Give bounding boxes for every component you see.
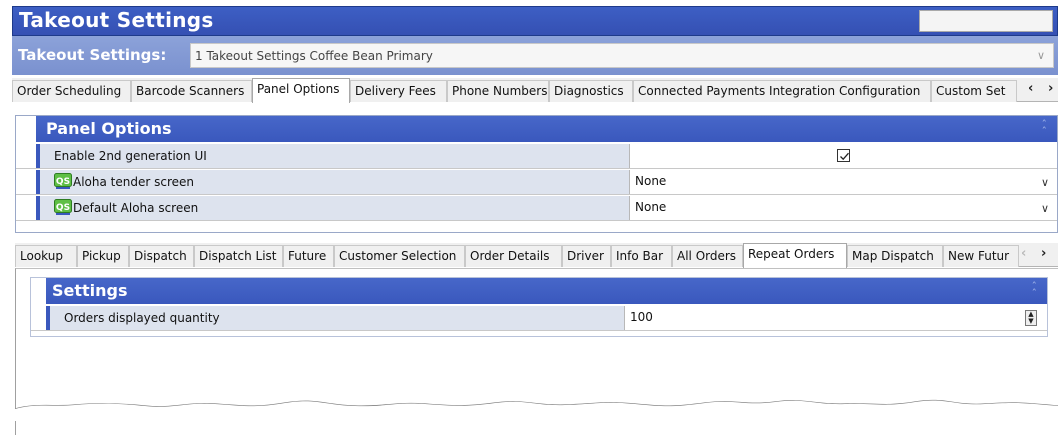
panel-options-heading: Panel Options <box>46 119 172 138</box>
tab-delivery-fees[interactable]: Delivery Fees <box>350 80 447 102</box>
tab-label: Dispatch <box>134 249 187 263</box>
takeout-settings-value: 1 Takeout Settings Coffee Bean Primary <box>195 49 433 63</box>
tab-label: Lookup <box>20 249 63 263</box>
settings-header: Settings ˆˆ <box>46 278 1047 304</box>
panel-options-group: Panel Options ˆˆ Enable 2nd generation U… <box>15 115 1058 233</box>
row-label-cell: Orders displayed quantity <box>46 306 625 330</box>
settings-heading: Settings <box>52 281 128 300</box>
tab-label: Map Dispatch <box>852 249 934 263</box>
tab-scroll-right-icon[interactable]: › <box>1048 81 1053 96</box>
spinner-arrows-icon[interactable]: ▲ ▼ <box>1025 310 1037 326</box>
tab-order-details[interactable]: Order Details <box>465 245 562 267</box>
tab-label: Delivery Fees <box>355 84 436 98</box>
sub-tab-strip: Lookup Pickup Dispatch Dispatch List Fut… <box>15 243 1058 268</box>
tab-label: Connected Payments Integration Configura… <box>638 84 921 98</box>
row-label: Default Aloha screen <box>73 201 199 215</box>
tab-content-area: Settings ˆˆ Orders displayed quantity 10… <box>15 268 1058 435</box>
enable-2nd-gen-checkbox[interactable] <box>837 149 850 162</box>
qs-badge-icon: QS <box>54 199 72 215</box>
tab-scroll-left-icon[interactable]: ‹ <box>1028 81 1033 96</box>
tab-label: Phone Numbers <box>452 84 548 98</box>
panel-options-header: Panel Options ˆˆ <box>36 116 1057 142</box>
qs-badge-icon: QS <box>54 173 72 189</box>
row-enable-2nd-gen-ui: Enable 2nd generation UI <box>16 144 1057 169</box>
tab-repeat-orders[interactable]: Repeat Orders <box>743 243 847 268</box>
main-tab-strip: Order Scheduling Barcode Scanners Panel … <box>12 78 1058 103</box>
double-chevron-up-icon[interactable]: ˆˆ <box>1032 281 1038 299</box>
settings-selector-bar: Takeout Settings: 1 Takeout Settings Cof… <box>12 36 1058 75</box>
checkmark-icon <box>840 152 849 161</box>
tab-label: Info Bar <box>616 249 664 263</box>
default-aloha-screen-dropdown[interactable]: None ∨ <box>631 196 1057 220</box>
tab-barcode-scanners[interactable]: Barcode Scanners <box>131 80 252 102</box>
row-label: Orders displayed quantity <box>64 311 220 325</box>
orders-quantity-spinner-field[interactable]: 100 ▲ ▼ <box>626 306 1047 330</box>
tab-label: Dispatch List <box>199 249 277 263</box>
dropdown-value: None <box>635 200 667 214</box>
tab-driver[interactable]: Driver <box>562 245 611 267</box>
tab-label: Panel Options <box>257 82 340 96</box>
tab-label: Repeat Orders <box>748 247 835 261</box>
takeout-settings-dropdown[interactable]: 1 Takeout Settings Coffee Bean Primary ∨ <box>190 43 1054 68</box>
torn-edge-decoration <box>15 399 1058 421</box>
chevron-down-icon: ∨ <box>1040 176 1049 189</box>
svg-text:QS: QS <box>56 177 70 187</box>
row-accent-stripe <box>36 196 40 220</box>
titlebar-search-box[interactable] <box>919 10 1053 32</box>
row-accent-stripe <box>36 170 40 194</box>
svg-text:QS: QS <box>56 203 70 213</box>
tab-order-scheduling[interactable]: Order Scheduling <box>12 80 131 102</box>
tab-panel-options[interactable]: Panel Options <box>252 78 350 103</box>
tab-label: Pickup <box>82 249 121 263</box>
tab-connected-payments[interactable]: Connected Payments Integration Configura… <box>633 80 931 102</box>
row-accent-stripe <box>36 144 40 168</box>
tab-label: All Orders <box>677 249 737 263</box>
tab-lookup[interactable]: Lookup <box>15 245 77 267</box>
chevron-down-icon: ∨ <box>1040 202 1049 215</box>
tab-label: Driver <box>567 249 604 263</box>
tab-scroll-right-icon[interactable]: › <box>1041 246 1046 261</box>
selector-label: Takeout Settings: <box>18 46 167 64</box>
tab-customer-selection[interactable]: Customer Selection <box>334 245 465 267</box>
window-titlebar: Takeout Settings <box>12 6 1058 36</box>
tab-label: Custom Set <box>936 84 1006 98</box>
tab-info-bar[interactable]: Info Bar <box>611 245 672 267</box>
tab-label: Barcode Scanners <box>136 84 245 98</box>
chevron-down-icon: ∨ <box>1036 49 1045 62</box>
dropdown-value: None <box>635 174 667 188</box>
tab-custom-set[interactable]: Custom Set <box>931 80 1017 102</box>
tab-label: Customer Selection <box>339 249 457 263</box>
tab-label: Order Scheduling <box>17 84 122 98</box>
tab-scroll-left-icon[interactable]: ‹ <box>1021 246 1026 261</box>
tab-dispatch-list[interactable]: Dispatch List <box>194 245 283 267</box>
tab-phone-numbers[interactable]: Phone Numbers <box>447 80 549 102</box>
tab-label: Diagnostics <box>554 84 624 98</box>
row-label: Aloha tender screen <box>73 175 194 189</box>
aloha-tender-screen-dropdown[interactable]: None ∨ <box>631 170 1057 194</box>
row-label-cell: QS Aloha tender screen <box>36 170 630 194</box>
tab-label: Future <box>288 249 327 263</box>
spinner-value: 100 <box>630 310 653 324</box>
tab-diagnostics[interactable]: Diagnostics <box>549 80 633 102</box>
window-title: Takeout Settings <box>19 8 214 32</box>
settings-group: Settings ˆˆ Orders displayed quantity 10… <box>30 277 1048 337</box>
row-label: Enable 2nd generation UI <box>54 149 207 163</box>
tab-pickup[interactable]: Pickup <box>77 245 129 267</box>
row-label-cell: QS Default Aloha screen <box>36 196 630 220</box>
tab-label: New Futur <box>948 249 1010 263</box>
tab-map-dispatch[interactable]: Map Dispatch <box>847 245 943 267</box>
tab-all-orders[interactable]: All Orders <box>672 245 743 267</box>
row-aloha-tender-screen: QS Aloha tender screen None ∨ <box>16 170 1057 195</box>
row-accent-stripe <box>46 306 50 330</box>
row-orders-displayed-quantity: Orders displayed quantity 100 ▲ ▼ <box>31 306 1047 331</box>
row-default-aloha-screen: QS Default Aloha screen None ∨ <box>16 196 1057 221</box>
double-chevron-up-icon[interactable]: ˆˆ <box>1042 119 1048 137</box>
row-value-cell <box>631 144 1057 168</box>
tab-dispatch[interactable]: Dispatch <box>129 245 194 267</box>
row-label-cell: Enable 2nd generation UI <box>36 144 630 168</box>
tab-future[interactable]: Future <box>283 245 334 267</box>
tab-label: Order Details <box>470 249 550 263</box>
tab-new-future[interactable]: New Futur <box>943 245 1019 267</box>
